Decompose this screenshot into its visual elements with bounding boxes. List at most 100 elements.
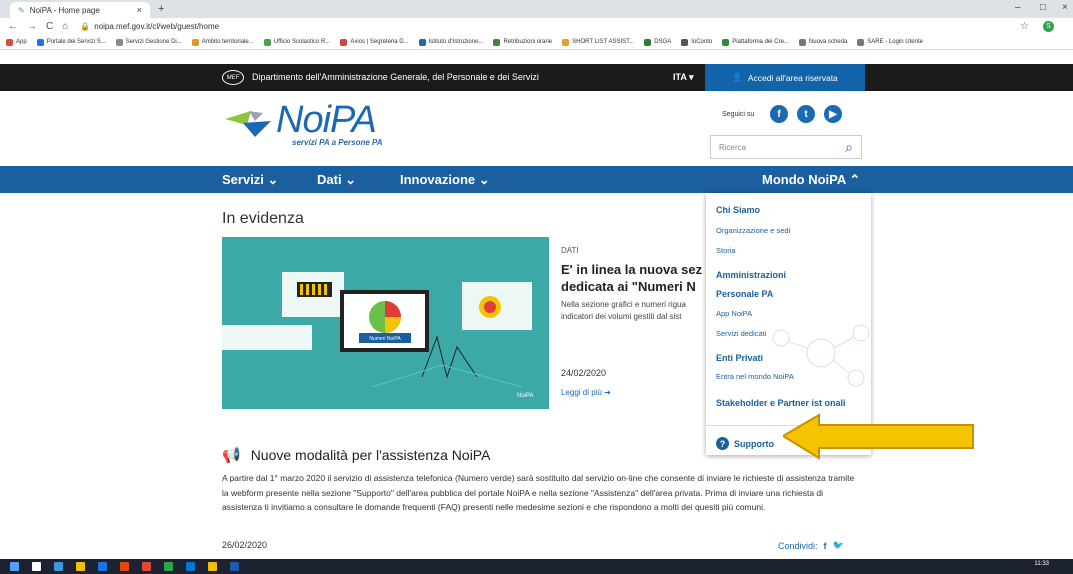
taskbar-clock[interactable]: 11:33 (1034, 561, 1049, 567)
back-icon[interactable]: ← (8, 21, 18, 32)
bookmark-item[interactable]: Servizi Gestione Di... (115, 38, 182, 46)
news-title[interactable]: E' in linea la nuova sez dedicata ai "Num… (561, 261, 711, 295)
reload-icon[interactable]: C (46, 21, 53, 32)
dropdown-item[interactable]: Chi Siamo (716, 205, 760, 215)
tab-title: NoiPA - Home page (29, 5, 100, 15)
assistance-heading: 📢 Nuove modalità per l'assistenza NoiPA (222, 446, 490, 464)
favicon-icon: ✎ (18, 5, 25, 15)
language-select[interactable]: ITA ▾ (673, 72, 694, 83)
taskbar-app-icon[interactable] (120, 562, 129, 571)
url-field[interactable]: noipa.mef.gov.it/cl/web/guest/home (94, 22, 219, 31)
mef-top-bar: MEF Dipartimento dell'Amministrazione Ge… (0, 64, 1073, 91)
twitter-share-icon[interactable]: 🐦 (833, 540, 844, 551)
site-logo[interactable]: NoiPA (276, 99, 377, 142)
bookmark-star-icon[interactable]: ☆ (1020, 21, 1029, 32)
taskbar-app-icon[interactable] (142, 562, 151, 571)
bookmark-item[interactable]: Nuova scheda (798, 38, 847, 46)
dropdown-item[interactable]: Amministrazioni (716, 270, 786, 280)
bookmark-item[interactable]: Piattaforma dei Cre... (722, 38, 789, 46)
bookmark-item[interactable]: Ufficio Scolastico R... (263, 38, 330, 46)
hero-label: Numeri NoiPA (369, 336, 401, 342)
bookmark-favicon-icon (340, 38, 348, 46)
bookmark-item[interactable]: Retribuzioni orarie (493, 38, 552, 46)
mef-logo[interactable]: MEF (222, 70, 244, 85)
bookmark-item[interactable]: Axios | Segreteria D... (340, 38, 409, 46)
bookmark-favicon-icon (562, 38, 570, 46)
taskbar-app-icon[interactable] (186, 562, 195, 571)
bookmark-item[interactable]: Istituto d'Istruzione... (418, 38, 483, 46)
dropdown-item[interactable]: Enti Privati (716, 353, 763, 363)
twitter-icon[interactable]: t (797, 105, 815, 123)
dropdown-item[interactable]: Stakeholder e Partner ist onali (716, 398, 846, 408)
login-button[interactable]: 👤 Accedi all'area riservata (705, 64, 865, 91)
taskbar-app-icon[interactable] (208, 562, 217, 571)
maximize-icon[interactable]: □ (1040, 2, 1046, 13)
dropdown-item[interactable]: Entra nel mondo NoiPA (716, 372, 794, 381)
taskbar-app-icon[interactable] (230, 562, 239, 571)
close-window-icon[interactable]: × (1062, 2, 1068, 13)
bookmark-item[interactable]: DSGA (644, 38, 671, 46)
nav-servizi[interactable]: Servizi ⌄ (222, 172, 278, 188)
bookmark-favicon-icon (418, 38, 426, 46)
taskbar-app-icon[interactable] (76, 562, 85, 571)
bookmark-item[interactable]: IoConto (681, 38, 712, 46)
nav-innovazione[interactable]: Innovazione ⌄ (400, 172, 490, 188)
support-link[interactable]: ? Supporto (716, 437, 774, 450)
assistance-title[interactable]: Nuove modalità per l'assistenza NoiPA (251, 447, 491, 463)
taskbar-app-icon[interactable] (54, 562, 63, 571)
help-icon: ? (716, 437, 729, 450)
bookmark-favicon-icon (493, 38, 501, 46)
hero-illustration: Numeri NoiPA NoiPA (222, 272, 534, 399)
taskbar-app-icon[interactable] (98, 562, 107, 571)
youtube-icon[interactable]: ▶ (824, 105, 842, 123)
browser-nav: ← → C ⌂ (8, 21, 68, 32)
bookmark-item[interactable]: App (6, 38, 27, 46)
facebook-icon[interactable]: f (770, 105, 788, 123)
bookmark-item[interactable]: Portale dei Servizi S... (36, 38, 106, 46)
dropdown-item[interactable]: Personale PA (716, 289, 773, 299)
profile-avatar[interactable]: S (1043, 21, 1054, 32)
news-excerpt: Nella sezione grafici e numeri rigua indi… (561, 300, 686, 321)
start-icon[interactable] (10, 562, 19, 571)
lock-icon: 🔒 (80, 22, 91, 31)
dropdown-item[interactable]: Storia (716, 246, 736, 255)
taskbar-app-icon[interactable] (164, 562, 173, 571)
windows-taskbar: 11:33 (0, 559, 1073, 574)
nav-dati[interactable]: Dati ⌄ (317, 172, 356, 188)
home-icon[interactable]: ⌂ (62, 21, 68, 32)
forward-icon[interactable]: → (27, 21, 37, 32)
search-placeholder: Ricerca (719, 142, 747, 152)
new-tab-button[interactable]: + (158, 3, 164, 15)
department-name[interactable]: Dipartimento dell'Amministrazione Genera… (252, 72, 539, 82)
close-tab-icon[interactable]: × (137, 5, 142, 15)
assistance-date: 26/02/2020 (222, 540, 268, 550)
bookmark-item[interactable]: SARE - Login Utente (857, 38, 923, 46)
bookmark-favicon-icon (6, 38, 13, 46)
bookmark-favicon-icon (722, 38, 730, 46)
share-bar: Condividi: f 🐦 (778, 540, 844, 551)
news-category: DATI (561, 246, 579, 255)
browser-tab-bar: ✎ NoiPA - Home page × + – □ × (0, 0, 1073, 18)
dropdown-item[interactable]: App NoiPA (716, 309, 752, 318)
dropdown-item[interactable]: Servizi dedicati (716, 329, 766, 338)
yellow-arrow-annotation (783, 413, 974, 460)
bookmark-favicon-icon (191, 38, 199, 46)
search-input[interactable]: Ricerca ⌕ (710, 135, 862, 159)
news-date: 24/02/2020 (561, 368, 607, 378)
read-more-link[interactable]: Leggi di più ➔ (561, 388, 611, 397)
noipa-logo-mark-icon[interactable] (225, 111, 275, 143)
hero-image[interactable]: Numeri NoiPA NoiPA (222, 237, 549, 409)
search-icon[interactable]: ⌕ (845, 139, 853, 156)
address-bar: ← → C ⌂ 🔒 noipa.mef.gov.it/cl/web/guest/hom… (0, 18, 1073, 35)
bookmark-favicon-icon (115, 38, 123, 46)
bookmark-item[interactable]: SHORT LIST ASSIST... (562, 38, 634, 46)
minimize-icon[interactable]: – (1015, 2, 1021, 13)
taskbar-app-icon[interactable] (32, 562, 41, 571)
nav-mondo-noipa[interactable]: Mondo NoiPA ⌃ (762, 172, 860, 188)
bookmark-item[interactable]: Ambito territoriale... (191, 38, 254, 46)
browser-tab[interactable]: ✎ NoiPA - Home page × (10, 2, 150, 18)
bookmark-favicon-icon (36, 38, 44, 46)
facebook-share-icon[interactable]: f (824, 541, 827, 551)
dropdown-item[interactable]: Organizzazione e sedi (716, 226, 790, 235)
login-label: Accedi all'area riservata (747, 72, 838, 83)
